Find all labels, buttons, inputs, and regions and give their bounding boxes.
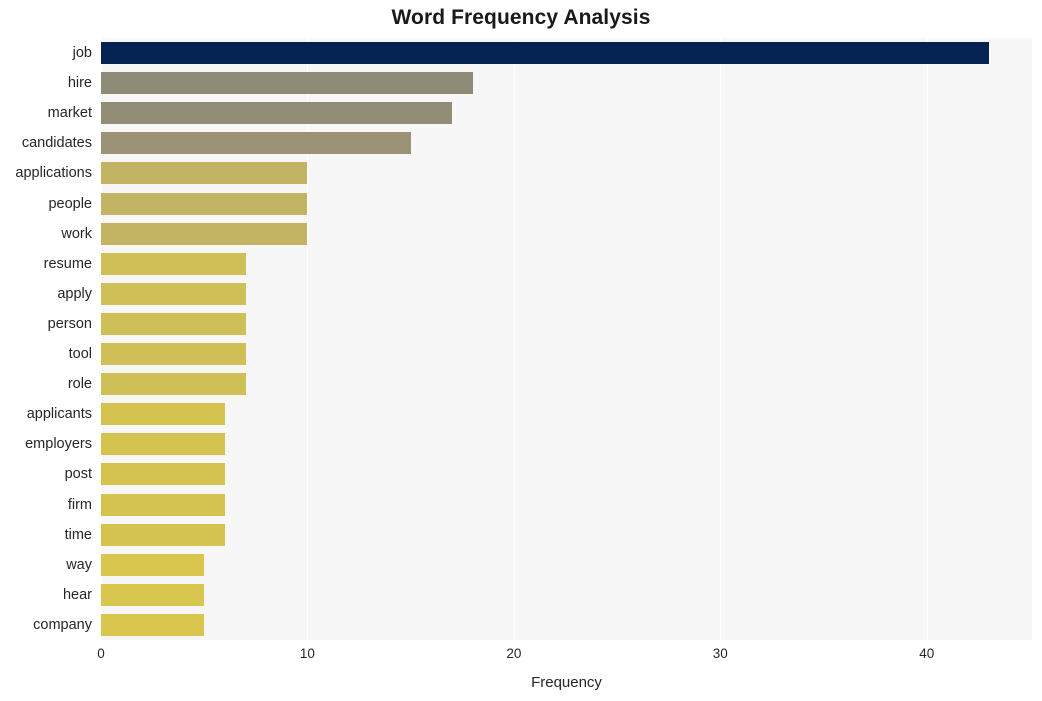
- x-axis-tick-label: 30: [712, 646, 728, 661]
- y-axis-tick-label: time: [64, 526, 92, 543]
- y-axis-tick-label: market: [47, 105, 92, 122]
- y-axis-tick-label: way: [66, 556, 92, 573]
- y-axis-tick-label: people: [48, 195, 92, 212]
- x-axis-tick-label: 20: [506, 646, 522, 661]
- y-axis-tick-label: work: [61, 225, 92, 242]
- y-axis-tick-label: applications: [15, 165, 92, 182]
- y-axis-tick-label: resume: [43, 255, 92, 272]
- chart-figure: Word Frequency Analysis job hire market can…: [0, 0, 1042, 701]
- y-axis-tick-label: hear: [62, 586, 92, 603]
- y-axis-tick-label: hire: [67, 75, 92, 92]
- x-axis-tick-label: 10: [299, 646, 315, 661]
- x-axis-tick-label: 40: [919, 646, 935, 661]
- y-axis-tick-label: firm: [67, 496, 92, 513]
- y-axis-tick-label: role: [67, 376, 92, 393]
- x-axis-tick-labels: 0 10 20 30 40: [97, 646, 1032, 668]
- y-axis-tick-label: tool: [68, 346, 92, 363]
- y-axis-tick-label: person: [47, 315, 92, 332]
- y-axis-tick-label: employers: [25, 436, 92, 453]
- x-axis-label: Frequency: [531, 674, 602, 691]
- y-axis-tick-label: apply: [57, 285, 92, 302]
- x-axis-tick-label: 0: [97, 646, 105, 661]
- y-axis-tick-label: applicants: [26, 406, 92, 423]
- y-axis-tick-label: company: [33, 616, 92, 633]
- y-axis-tick-label: candidates: [21, 135, 92, 152]
- chart-title: Word Frequency Analysis: [391, 6, 651, 29]
- y-axis-tick-label: job: [72, 45, 92, 62]
- y-axis-tick-labels: job hire market candidates applications peopl…: [0, 38, 1042, 640]
- y-axis-tick-label: post: [64, 466, 92, 483]
